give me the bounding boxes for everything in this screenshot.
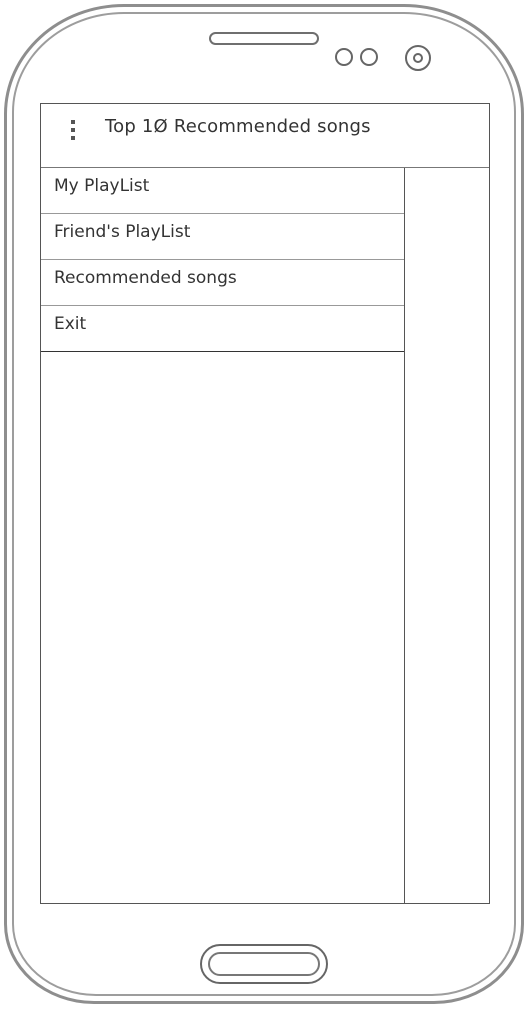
navigation-drawer: My PlayList Friend's PlayList Recommende… <box>41 168 405 903</box>
drawer-item-my-playlist[interactable]: My PlayList <box>41 168 404 214</box>
speaker-grille <box>209 32 319 45</box>
app-bar: Top 1Ø Recommended songs <box>41 104 489 168</box>
front-camera-icon <box>405 45 431 71</box>
overflow-menu-icon[interactable] <box>69 120 77 140</box>
page-title: Top 1Ø Recommended songs <box>105 116 371 137</box>
sensor-icon <box>335 48 353 66</box>
drawer-item-exit[interactable]: Exit <box>41 306 404 352</box>
drawer-item-friends-playlist[interactable]: Friend's PlayList <box>41 214 404 260</box>
home-button[interactable] <box>200 944 328 984</box>
device-screen: Top 1Ø Recommended songs My PlayList Fri… <box>40 103 490 904</box>
drawer-item-recommended-songs[interactable]: Recommended songs <box>41 260 404 306</box>
sensor-icon <box>360 48 378 66</box>
